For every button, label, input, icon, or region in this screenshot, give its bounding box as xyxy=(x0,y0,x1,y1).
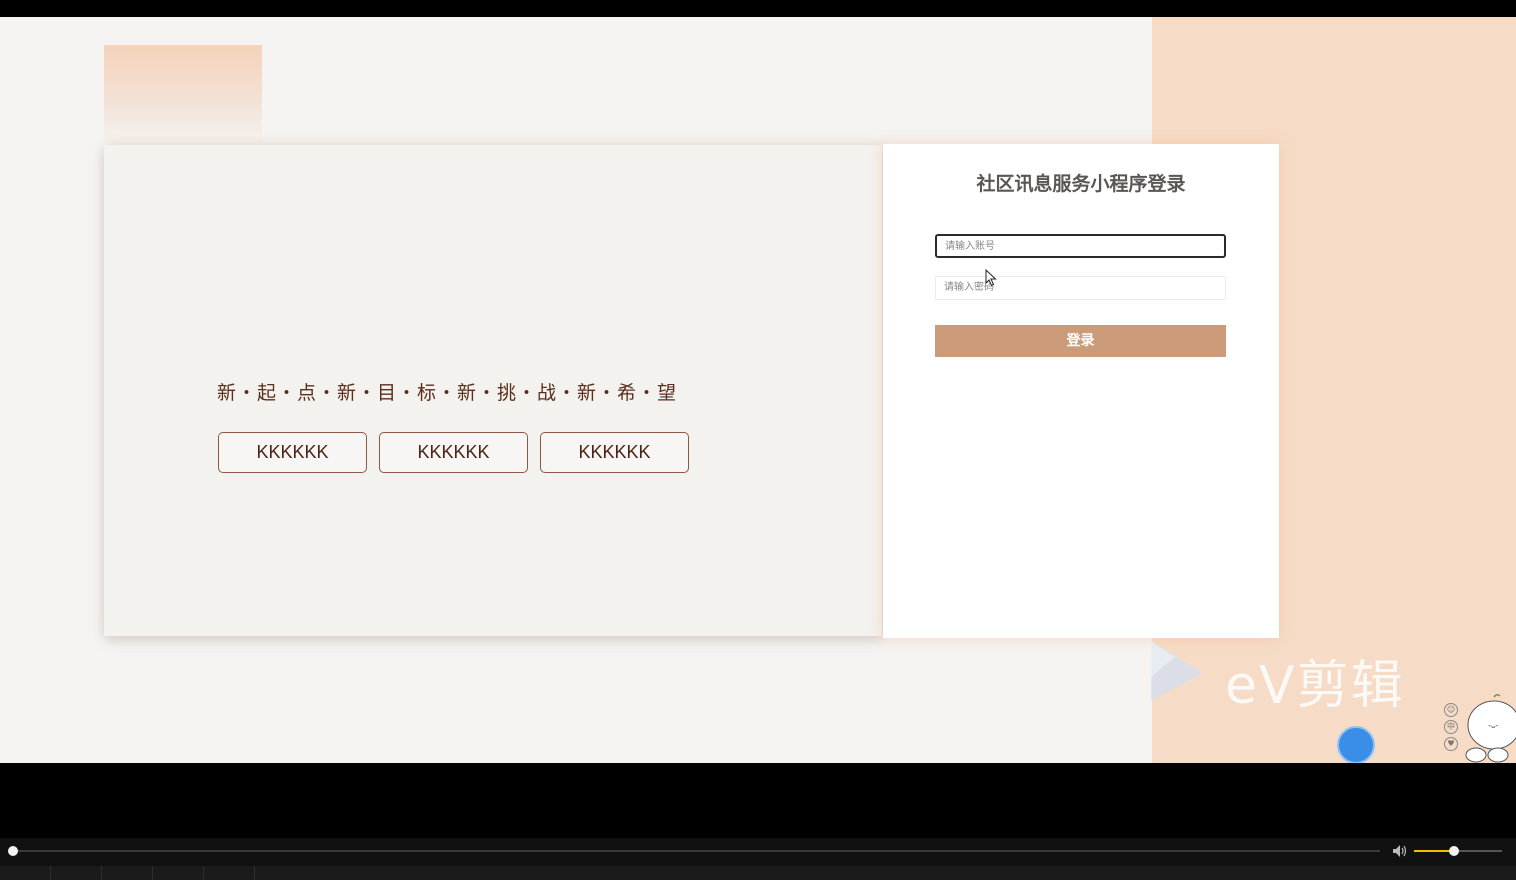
volume-slider[interactable] xyxy=(1414,846,1502,856)
side-icon-stack: ☺ 中 ♥ xyxy=(1444,700,1462,754)
hero-button-2[interactable]: KKKKKK xyxy=(379,432,528,473)
app-viewport: 新・起・点・新・目・标・新・挑・战・新・希・望 KKKKKK KKKKKK KK… xyxy=(0,17,1516,763)
account-placeholder: 请输入账号 xyxy=(945,241,995,252)
keyboard-icon[interactable]: ♥ xyxy=(1444,737,1458,751)
player-bottom-strip xyxy=(0,866,1516,880)
hero-button-3[interactable]: KKKKKK xyxy=(540,432,689,473)
chinese-input-icon[interactable]: 中 xyxy=(1444,720,1458,734)
ev-watermark-text: eV剪辑 xyxy=(1225,656,1405,716)
svg-text:-ᴗ-: -ᴗ- xyxy=(1488,721,1499,730)
hero-button-1[interactable]: KKKKKK xyxy=(218,432,367,473)
seek-knob[interactable] xyxy=(8,846,18,856)
floating-assistant-bubble[interactable] xyxy=(1337,726,1375,763)
strip-segment xyxy=(0,866,51,880)
seek-bar[interactable] xyxy=(12,850,1380,852)
login-title: 社区讯息服务小程序登录 xyxy=(976,173,1186,195)
login-card: 社区讯息服务小程序登录 请输入账号 请输入密码 登录 xyxy=(883,144,1279,638)
password-input[interactable]: 请输入密码 xyxy=(935,276,1226,300)
hero-slogan: 新・起・点・新・目・标・新・挑・战・新・希・望 xyxy=(217,382,678,404)
strip-segment xyxy=(204,866,255,880)
ev-play-logo-icon xyxy=(1151,641,1203,701)
mascot-icon: -ᴗ- xyxy=(1465,693,1516,763)
emoji-icon[interactable]: ☺ xyxy=(1444,703,1458,717)
strip-segment xyxy=(102,866,153,880)
volume-icon[interactable] xyxy=(1392,844,1408,858)
login-button[interactable]: 登录 xyxy=(935,325,1226,357)
video-player-controls xyxy=(0,838,1516,880)
account-input[interactable]: 请输入账号 xyxy=(935,234,1226,258)
decorative-square xyxy=(104,45,262,145)
hero-card: 新・起・点・新・目・标・新・挑・战・新・希・望 KKKKKK KKKKKK KK… xyxy=(104,145,882,636)
strip-segment xyxy=(153,866,204,880)
volume-knob[interactable] xyxy=(1448,846,1459,856)
volume-level-fill xyxy=(1414,850,1454,852)
strip-segment xyxy=(51,866,102,880)
ev-watermark: eV剪辑 xyxy=(1145,637,1445,716)
cursor-icon xyxy=(985,269,997,287)
